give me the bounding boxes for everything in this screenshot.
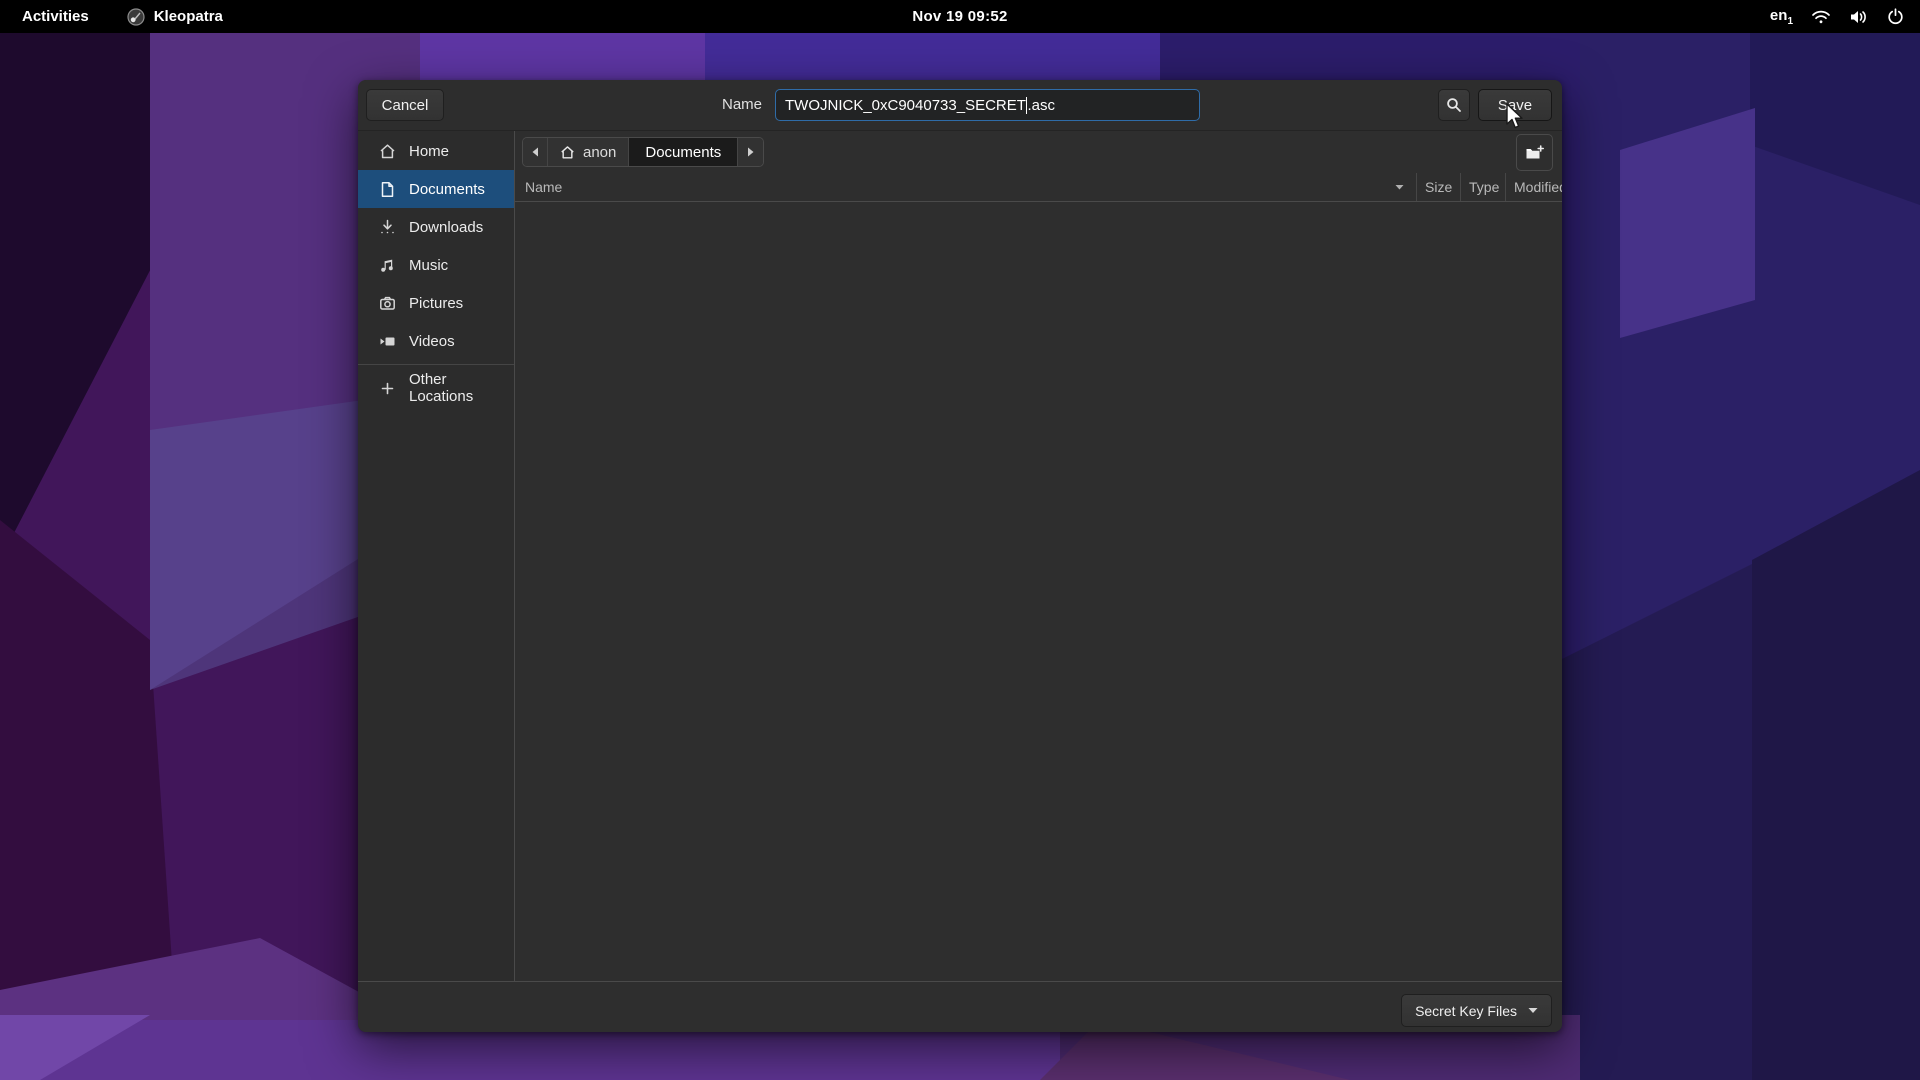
clock[interactable]: Nov 19 09:52 [912, 8, 1007, 25]
column-header-modified[interactable]: Modified [1506, 173, 1562, 201]
camera-icon [379, 295, 396, 312]
sidebar-item-videos[interactable]: Videos [358, 322, 514, 360]
plus-icon [379, 380, 396, 397]
path-crumb-home[interactable]: anon [548, 138, 629, 166]
chevron-left-icon [531, 147, 539, 157]
file-save-dialog: Cancel Name TWOJNICK_0xC9040733_SECRET.a… [358, 80, 1562, 1032]
kleopatra-app-icon [127, 8, 145, 26]
sidebar-item-music[interactable]: Music [358, 246, 514, 284]
filename-text-after-caret: .asc [1027, 97, 1055, 114]
column-header-type[interactable]: Type [1461, 173, 1506, 201]
video-icon [379, 333, 396, 350]
path-bar: anon Documents [522, 137, 764, 167]
filter-label: Secret Key Files [1415, 1003, 1517, 1019]
focused-app-menu[interactable]: Kleopatra [127, 8, 223, 26]
path-back-button[interactable] [523, 138, 548, 166]
sidebar-item-label: Videos [409, 333, 455, 350]
sidebar-item-documents[interactable]: Documents [358, 170, 514, 208]
sidebar-item-label: Music [409, 257, 448, 274]
column-header-name[interactable]: Name [515, 173, 1417, 201]
sidebar-item-downloads[interactable]: Downloads [358, 208, 514, 246]
sidebar-item-label: Other Locations [409, 371, 514, 405]
column-header-size[interactable]: Size [1417, 173, 1461, 201]
system-status-area[interactable]: en1 [1770, 7, 1920, 27]
sidebar-item-label: Pictures [409, 295, 463, 312]
path-bar-row: anon Documents [515, 131, 1562, 173]
chevron-down-icon [1528, 1007, 1538, 1014]
sidebar-item-home[interactable]: Home [358, 132, 514, 170]
activities-button[interactable]: Activities [22, 8, 89, 25]
home-icon [560, 145, 575, 160]
sidebar-item-label: Documents [409, 181, 485, 198]
home-icon [379, 143, 396, 160]
music-icon [379, 257, 396, 274]
document-icon [379, 181, 396, 198]
volume-icon [1849, 9, 1869, 25]
wifi-icon [1811, 9, 1831, 25]
places-sidebar: Home Documents [358, 131, 515, 981]
new-folder-button[interactable] [1516, 134, 1553, 171]
keyboard-layout-indicator[interactable]: en1 [1770, 7, 1793, 27]
top-bar: Activities Kleopatra Nov 19 09:52 en1 [0, 0, 1920, 33]
sidebar-item-label: Downloads [409, 219, 483, 236]
file-list[interactable] [515, 202, 1562, 981]
folder-plus-icon [1525, 145, 1544, 161]
chevron-down-icon [1395, 184, 1404, 190]
search-button[interactable] [1438, 89, 1470, 121]
sidebar-item-label: Home [409, 143, 449, 160]
chevron-right-icon [747, 147, 755, 157]
path-crumb-current[interactable]: Documents [629, 138, 738, 166]
filename-input[interactable]: TWOJNICK_0xC9040733_SECRET.asc [775, 89, 1200, 121]
power-icon [1887, 8, 1904, 25]
download-icon [379, 219, 396, 236]
filename-text-before-caret: TWOJNICK_0xC9040733_SECRET [785, 97, 1026, 114]
dialog-footer: Secret Key Files [358, 981, 1562, 1032]
file-browser-pane: anon Documents [515, 131, 1562, 981]
focused-app-name: Kleopatra [154, 8, 223, 25]
column-label: Name [525, 179, 562, 195]
filename-label: Name [710, 80, 762, 130]
dialog-header: Cancel Name TWOJNICK_0xC9040733_SECRET.a… [358, 80, 1562, 131]
path-crumb-label: anon [583, 144, 616, 161]
dialog-body: Home Documents [358, 131, 1562, 981]
column-header-row: Name Size Type Modified [515, 173, 1562, 202]
sidebar-item-pictures[interactable]: Pictures [358, 284, 514, 322]
magnifier-icon [1446, 97, 1462, 113]
save-button[interactable]: Save [1478, 89, 1552, 121]
sidebar-divider [358, 364, 514, 365]
file-type-filter-dropdown[interactable]: Secret Key Files [1401, 994, 1552, 1027]
path-forward-button[interactable] [738, 138, 763, 166]
sidebar-item-other-locations[interactable]: Other Locations [358, 369, 514, 407]
cancel-button[interactable]: Cancel [366, 89, 444, 121]
